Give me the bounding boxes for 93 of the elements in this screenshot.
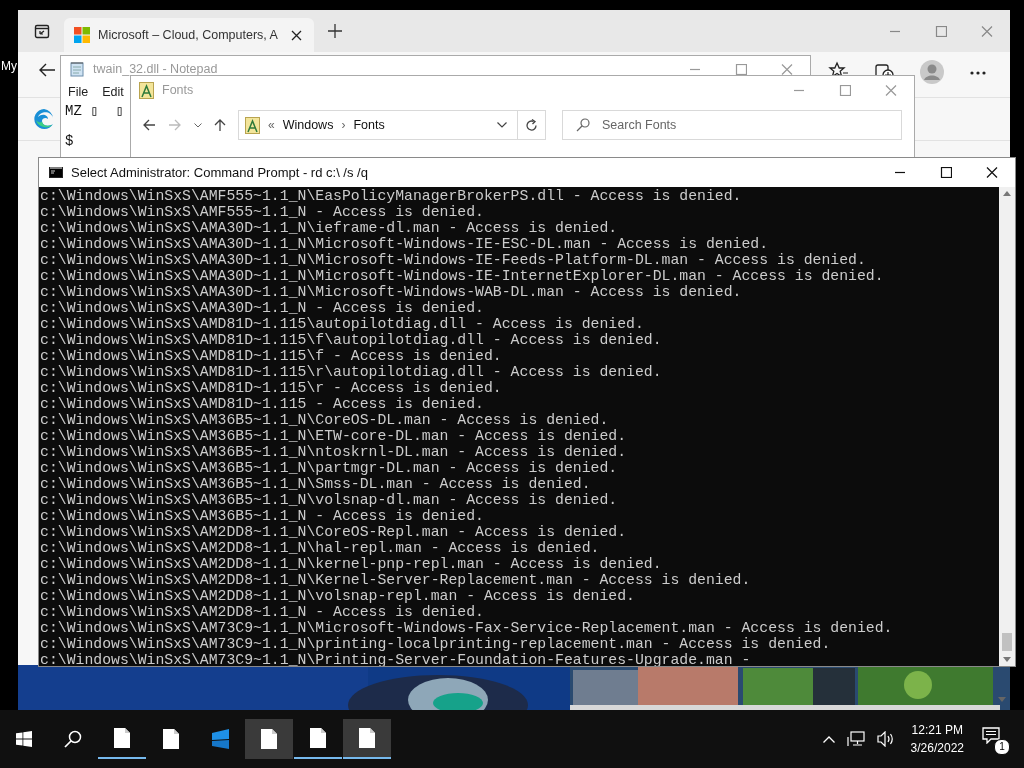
search-icon (64, 730, 82, 748)
console-line: c:\Windows\WinSxS\AMD81D~1.115\r\autopilotdiag.dll - Access is denied. (40, 364, 663, 380)
more-options-icon[interactable] (970, 71, 986, 75)
app-tile-icon (209, 728, 231, 750)
console-line: c:\Windows\WinSxS\AM2DD8~1.1_N\volsnap-repl.man - Access is denied. (40, 588, 636, 604)
console-line: c:\Windows\WinSxS\AMA30D~1.1_N\Microsoft-Windows-IE-InternetExplorer-DL.man - Access is denied. (40, 268, 885, 284)
text-line: MZ ▯ ▯ (65, 102, 125, 119)
console-line: c:\Windows\WinSxS\AMD81D~1.115\r - Access is denied. (40, 380, 503, 396)
breadcrumb-item[interactable]: Windows (282, 118, 334, 132)
breadcrumb-separator: › (341, 118, 346, 132)
windows-logo-icon (74, 27, 90, 43)
document-icon (163, 729, 179, 749)
recent-locations-chevron-icon[interactable] (194, 122, 202, 128)
close-icon (981, 25, 993, 37)
console-line: c:\Windows\WinSxS\AM2DD8~1.1_N\Kernel-Server-Replacement.man - Access is denied. (40, 572, 752, 588)
breadcrumb-separator: « (268, 118, 275, 132)
maximize-icon (940, 167, 952, 178)
fonts-folder-icon (139, 81, 154, 99)
console-line: c:\Windows\WinSxS\AM2DD8~1.1_N - Access is denied. (40, 604, 485, 620)
document-icon (310, 728, 326, 748)
console-line: c:\Windows\WinSxS\AMA30D~1.1_N - Access is denied. (40, 300, 485, 316)
console-line: c:\Windows\WinSxS\AM36B5~1.1_N\Smss-DL.man - Access is denied. (40, 476, 592, 492)
close-icon (986, 167, 998, 178)
volume-icon[interactable] (876, 731, 895, 747)
menu-item[interactable]: Edit (102, 85, 124, 99)
search-field[interactable]: Search Fonts (562, 110, 902, 140)
clock-date[interactable]: 3/26/2022 (910, 739, 964, 757)
dropdown-chevron-icon[interactable] (497, 122, 507, 128)
document-icon (114, 728, 130, 748)
windows-logo-icon (16, 731, 32, 747)
console-line: c:\Windows\WinSxS\AMA30D~1.1_N\Microsoft-Windows-WAB-DL.man - Access is denied. (40, 284, 743, 300)
scroll-up-arrow-icon[interactable] (1003, 191, 1011, 196)
console-line: c:\Windows\WinSxS\AM2DD8~1.1_N\hal-repl.man - Access is denied. (40, 540, 601, 556)
console-line: c:\Windows\WinSxS\AM36B5~1.1_N\ntoskrnl-DL.man - Access is denied. (40, 444, 628, 460)
console-line: c:\Windows\WinSxS\AM2DD8~1.1_N\CoreOS-Repl.man - Access is denied. (40, 524, 628, 540)
refresh-icon (525, 118, 538, 132)
maximize-icon (735, 63, 747, 75)
console-line: c:\Windows\WinSxS\AMD81D~1.115\f - Access is denied. (40, 348, 503, 364)
console-line: c:\Windows\WinSxS\AM36B5~1.1_N\ETW-core-DL.man - Access is denied. (40, 428, 628, 444)
new-tab-icon[interactable] (328, 24, 342, 38)
console-line: c:\Windows\WinSxS\AMA30D~1.1_N\ieframe-dl.man - Access is denied. (40, 220, 619, 236)
document-icon (359, 728, 375, 748)
close-icon (885, 84, 897, 96)
tab-actions-icon[interactable] (34, 23, 50, 39)
address-bar[interactable]: « Windows › Fonts (238, 110, 518, 140)
console-line: c:\Windows\WinSxS\AMF555~1.1_N\EasPolicyManagerBrokerPS.dll - Access is denied. (40, 188, 743, 204)
tab-title: Microsoft – Cloud, Computers, A (98, 28, 279, 42)
desktop-icon-label[interactable]: My (1, 59, 17, 73)
console-line: c:\Windows\WinSxS\AM36B5~1.1_N\volsnap-dl.man - Access is denied. (40, 492, 619, 508)
console-icon (49, 167, 63, 178)
console-line: c:\Windows\WinSxS\AM36B5~1.1_N\partmgr-DL.man - Access is denied. (40, 460, 619, 476)
action-center-icon[interactable] (982, 727, 1000, 744)
maximize-icon (935, 25, 947, 37)
close-icon (781, 63, 793, 75)
taskbar-app-button[interactable] (245, 719, 293, 759)
back-arrow-icon[interactable] (142, 119, 156, 131)
search-icon (576, 118, 590, 132)
notepad-icon (69, 61, 85, 77)
window-title: Select Administrator: Command Prompt - rd c:\ /s /q (71, 165, 368, 180)
show-hidden-icons-icon[interactable] (822, 735, 835, 743)
console-line: c:\Windows\WinSxS\AM2DD8~1.1_N\kernel-pnp-repl.man - Access is denied. (40, 556, 663, 572)
refresh-button[interactable] (518, 110, 546, 140)
console-line: c:\Windows\WinSxS\AMA30D~1.1_N\Microsoft-Windows-IE-ESC-DL.man - Access is denied. (40, 236, 770, 252)
console-line: c:\Windows\WinSxS\AM36B5~1.1_N\CoreOS-DL.man - Access is denied. (40, 412, 610, 428)
console-line: c:\Windows\WinSxS\AMD81D~1.115\f\autopilotdiag.dll - Access is denied. (40, 332, 663, 348)
console-line: c:\Windows\WinSxS\AMD81D~1.115 - Access is denied. (40, 396, 485, 412)
text-line: $ (65, 133, 75, 150)
clock-time[interactable]: 12:21 PM (911, 721, 963, 739)
console-line: c:\Windows\WinSxS\AMD81D~1.115\autopilotdiag.dll - Access is denied. (40, 316, 645, 332)
window-title: Fonts (162, 83, 194, 97)
console-line: c:\Windows\WinSxS\AM73C9~1.1_N\printing-localprinting-replacement.man - Access is denied. (40, 636, 832, 652)
notification-count-badge: 1 (994, 739, 1010, 755)
console-line: c:\Windows\WinSxS\AM73C9~1.1_N\Microsoft-Windows-Fax-Service-Replacement.man - Access is denied. (40, 620, 894, 636)
window-title: twain_32.dll - Notepad (93, 62, 218, 76)
profile-avatar-icon[interactable] (920, 60, 944, 84)
browser-tab[interactable]: Microsoft – Cloud, Computers, A (64, 18, 314, 52)
console-line: c:\Windows\WinSxS\AMF555~1.1_N - Access is denied. (40, 204, 485, 220)
close-icon[interactable] (291, 29, 302, 41)
breadcrumb-item[interactable]: Fonts (353, 118, 385, 132)
scroll-down-arrow-icon[interactable] (1003, 657, 1011, 662)
fonts-folder-icon (245, 116, 260, 134)
taskbar-app-button[interactable] (343, 719, 391, 759)
back-arrow-icon[interactable] (38, 63, 56, 77)
menu-item[interactable]: File (68, 85, 89, 99)
document-icon (261, 729, 277, 749)
scrollbar[interactable] (999, 187, 1015, 666)
up-arrow-icon[interactable] (214, 118, 226, 132)
scrollbar-thumb[interactable] (1002, 633, 1012, 651)
console-line: c:\Windows\WinSxS\AM36B5~1.1_N - Access is denied. (40, 508, 485, 524)
network-icon[interactable] (846, 731, 865, 747)
console-line: c:\Windows\WinSxS\AMA30D~1.1_N\Microsoft-Windows-IE-Feeds-Platform-DL.man - Access is denied. (40, 252, 867, 268)
maximize-icon (839, 84, 851, 96)
edge-logo-icon[interactable] (34, 109, 54, 129)
